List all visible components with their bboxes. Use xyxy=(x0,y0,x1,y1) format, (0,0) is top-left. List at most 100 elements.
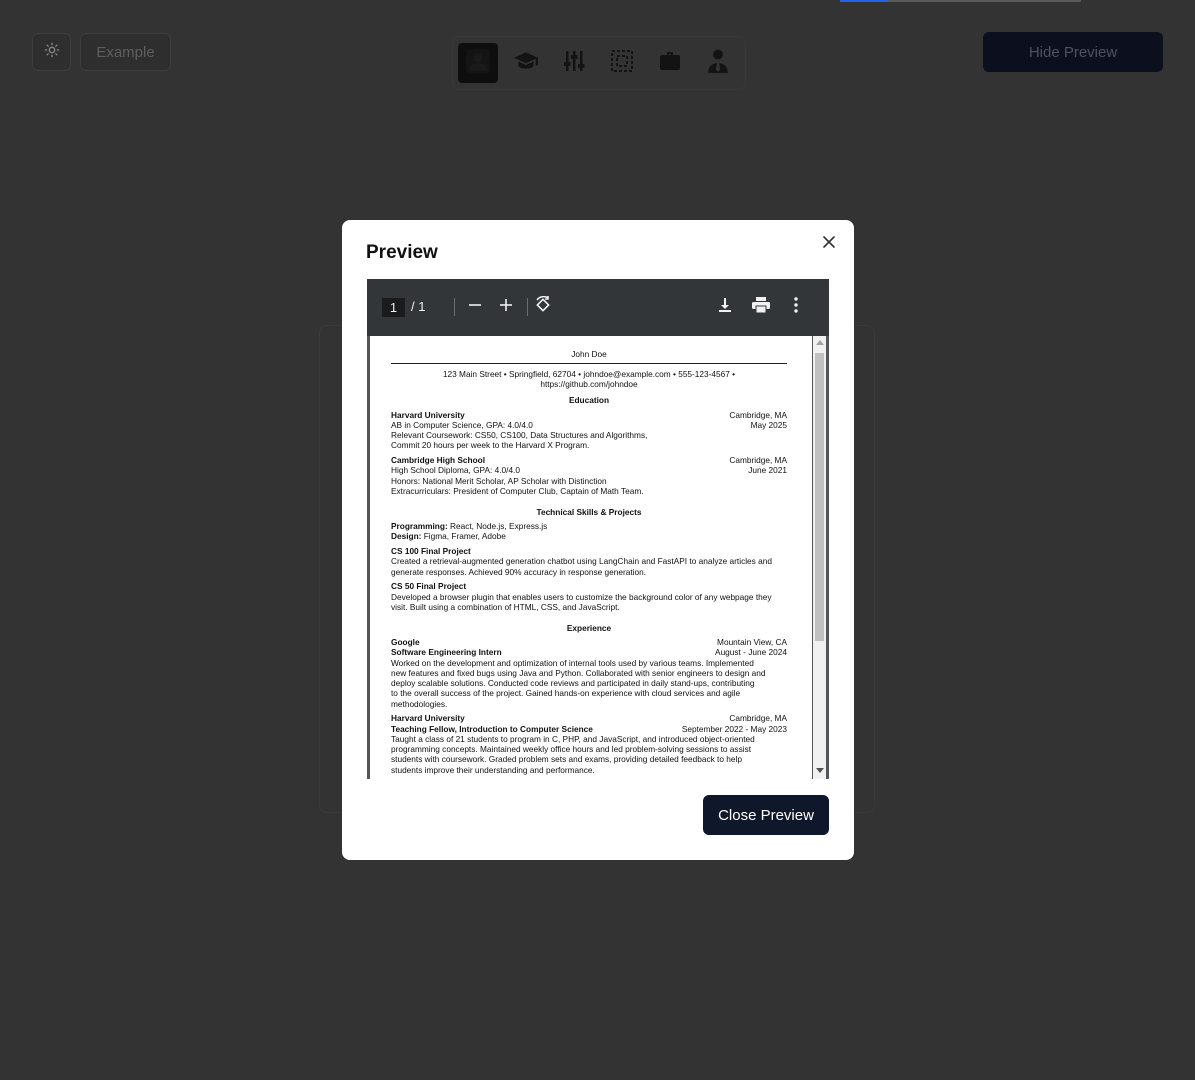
resume-divider xyxy=(391,363,787,364)
sliders-icon xyxy=(562,48,586,79)
edu-detail: Commit 20 hours per week to the Harvard … xyxy=(391,440,590,450)
person-icon xyxy=(465,48,491,79)
dashed-frame-icon xyxy=(610,49,634,78)
section-heading: Experience xyxy=(566,623,612,633)
edu-degree: High School Diploma, GPA: 4.0/4.0 xyxy=(391,465,520,475)
resume-contact-line: https://github.com/johndoe xyxy=(540,379,638,389)
page-total: / 1 xyxy=(411,299,426,314)
plus-icon xyxy=(499,298,513,317)
rotate-button[interactable] xyxy=(532,295,554,319)
modal-title: Preview xyxy=(366,242,438,263)
nav-projects[interactable] xyxy=(602,43,642,83)
project-title: CS 50 Final Project xyxy=(391,581,467,591)
rotate-icon xyxy=(534,295,552,319)
edu-date: June 2021 xyxy=(748,465,787,475)
pdf-page-area: John Doe 123 Main Street • Springfield, … xyxy=(367,336,829,779)
project-detail: generate responses. Achieved 90% accurac… xyxy=(391,567,647,577)
exp-detail: programming concepts. Maintained weekly … xyxy=(391,744,752,754)
preview-modal: Preview 1 / 1 John Doe 123 Main Street •… xyxy=(342,220,854,860)
section-heading: Technical Skills & Projects xyxy=(536,507,642,517)
section-nav xyxy=(452,36,746,90)
section-heading: Education xyxy=(568,395,610,405)
exp-company: Google xyxy=(391,637,420,647)
edu-entry-header: Harvard University Cambridge, MA xyxy=(391,410,787,420)
exp-detail: to the overall success of the project. G… xyxy=(391,688,741,698)
exp-role: Software Engineering Intern xyxy=(391,647,502,657)
resume-contact-line: 123 Main Street • Springfield, 62704 • j… xyxy=(442,369,736,379)
example-button[interactable]: Example xyxy=(80,33,171,71)
edu-school: Harvard University xyxy=(391,410,465,420)
skill-value: Figma, Framer, Adobe xyxy=(421,531,506,541)
briefcase-icon xyxy=(658,49,682,78)
edu-degree: AB in Computer Science, GPA: 4.0/4.0 xyxy=(391,420,533,430)
exp-location: Mountain View, CA xyxy=(717,637,787,647)
exp-entry-role: Software Engineering Intern August - Jun… xyxy=(391,647,787,657)
exp-entry-role: Teaching Fellow, Introduction to Compute… xyxy=(391,724,787,734)
exp-detail: students improve their understanding and… xyxy=(391,765,595,775)
toolbar-divider xyxy=(454,298,455,316)
exp-company: Harvard University xyxy=(391,713,465,723)
edu-detail: Relevant Coursework: CS50, CS100, Data S… xyxy=(391,430,648,440)
more-vertical-icon xyxy=(794,296,798,318)
skill-label: Design: xyxy=(391,531,422,541)
nav-experience[interactable] xyxy=(650,43,690,83)
exp-entry-header: Harvard University Cambridge, MA xyxy=(391,713,787,723)
scroll-up-arrow[interactable] xyxy=(816,340,824,345)
page-number-input[interactable]: 1 xyxy=(382,298,405,317)
toolbar-divider xyxy=(527,298,528,316)
minus-icon xyxy=(468,298,482,317)
exp-date: August - June 2024 xyxy=(715,647,787,657)
edu-school: Cambridge High School xyxy=(391,455,486,465)
exp-detail: students with coursework. Graded problem… xyxy=(391,754,742,764)
resume-page: John Doe 123 Main Street • Springfield, … xyxy=(370,336,812,779)
edu-detail: Extracurriculars: President of Computer … xyxy=(391,486,644,496)
pdf-toolbar: 1 / 1 xyxy=(367,279,829,336)
exp-detail: Taught a class of 21 students to program… xyxy=(391,734,755,744)
download-button[interactable] xyxy=(714,296,736,318)
exp-entry-header: Google Mountain View, CA xyxy=(391,637,787,647)
close-preview-button[interactable]: Close Preview xyxy=(703,795,829,835)
nav-personal-info[interactable] xyxy=(458,43,498,83)
exp-detail: methodologies. xyxy=(391,699,448,709)
exp-detail: Worked on the development and optimizati… xyxy=(391,658,754,668)
hide-preview-button[interactable]: Hide Preview xyxy=(983,32,1163,72)
pdf-viewer: 1 / 1 John Doe 123 Main Street • Springf… xyxy=(367,279,829,779)
theme-toggle-button[interactable] xyxy=(32,33,71,71)
project-detail: Created a retrieval-augmented generation… xyxy=(391,556,772,566)
exp-location: Cambridge, MA xyxy=(729,713,787,723)
close-modal-button[interactable] xyxy=(820,235,838,253)
close-icon xyxy=(823,235,835,253)
edu-entry-header: Cambridge High School Cambridge, MA xyxy=(391,455,787,465)
scroll-thumb[interactable] xyxy=(815,353,824,641)
project-detail: visit. Built using a combination of HTML… xyxy=(391,602,620,612)
edu-entry-degree: High School Diploma, GPA: 4.0/4.0 June 2… xyxy=(391,465,787,475)
nav-skills[interactable] xyxy=(554,43,594,83)
resume-name: John Doe xyxy=(571,349,607,359)
exp-detail: deploy scalable solutions. Conducted cod… xyxy=(391,678,755,688)
skill-line: Programming: React, Node.js, Express.js xyxy=(391,521,787,531)
more-options-button[interactable] xyxy=(785,296,807,318)
edu-entry-degree: AB in Computer Science, GPA: 4.0/4.0 May… xyxy=(391,420,787,430)
print-button[interactable] xyxy=(750,296,772,318)
edu-date: May 2025 xyxy=(750,420,787,430)
download-icon xyxy=(717,297,733,318)
zoom-out-button[interactable] xyxy=(464,296,486,318)
pdf-scrollbar[interactable] xyxy=(813,336,826,779)
skill-label: Programming: xyxy=(391,521,448,531)
scroll-down-arrow[interactable] xyxy=(816,768,824,773)
graduation-cap-icon xyxy=(513,48,539,79)
skill-value: React, Node.js, Express.js xyxy=(447,521,548,531)
project-title: CS 100 Final Project xyxy=(391,546,471,556)
edu-location: Cambridge, MA xyxy=(729,410,787,420)
nav-education[interactable] xyxy=(506,43,546,83)
nav-leadership[interactable] xyxy=(698,43,738,83)
top-progress-bar xyxy=(840,0,1081,2)
skill-line: Design: Figma, Framer, Adobe xyxy=(391,531,787,541)
exp-detail: new features and fixed bugs using Java a… xyxy=(391,668,766,678)
zoom-in-button[interactable] xyxy=(495,296,517,318)
edu-detail: Honors: National Merit Scholar, AP Schol… xyxy=(391,476,607,486)
sun-icon xyxy=(44,42,60,63)
exp-role: Teaching Fellow, Introduction to Compute… xyxy=(391,724,593,734)
businessperson-icon xyxy=(705,48,731,79)
project-detail: Developed a browser plugin that enables … xyxy=(391,592,772,602)
